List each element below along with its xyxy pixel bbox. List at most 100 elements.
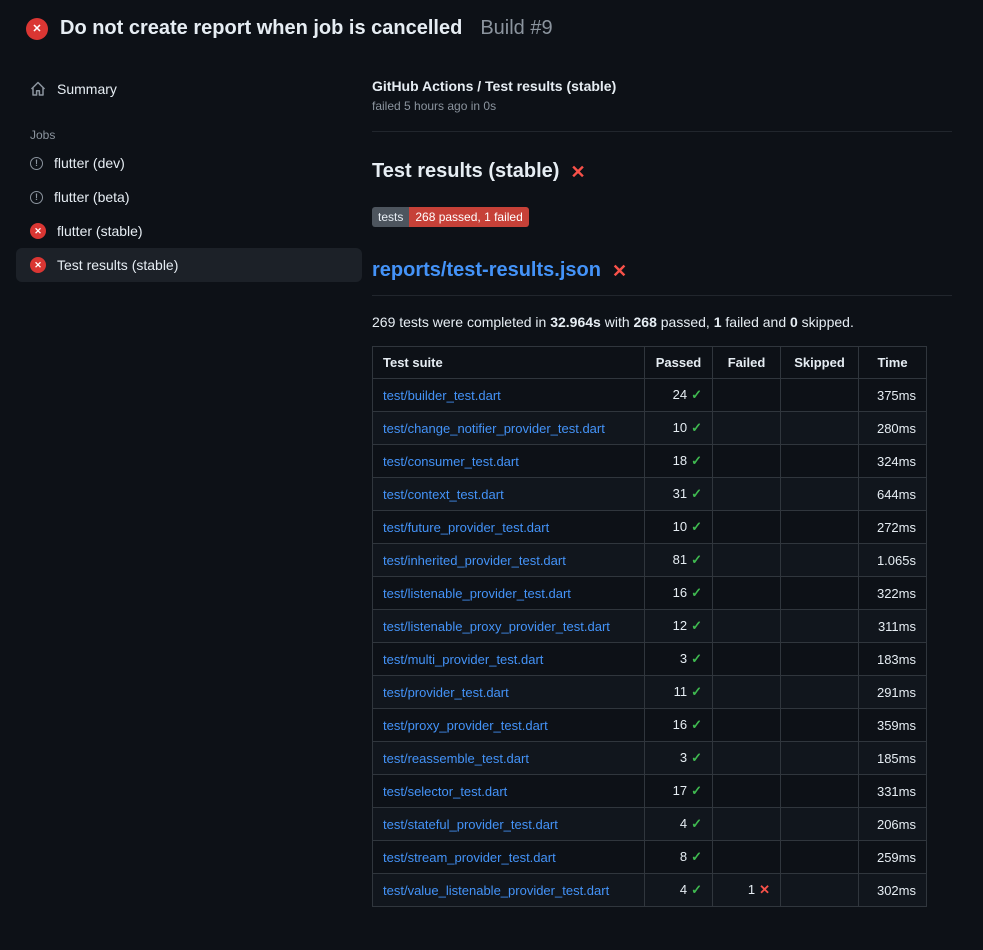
x-circle-icon: ✕ (26, 18, 48, 40)
main-content: GitHub Actions / Test results (stable) f… (372, 46, 983, 907)
table-row: test/builder_test.dart24✓375ms (373, 379, 927, 412)
table-header-row: Test suite Passed Failed Skipped Time (373, 347, 927, 379)
table-row: test/multi_provider_test.dart 3✓ 183ms (373, 643, 927, 676)
cell-time: 1.065s (859, 544, 927, 577)
divider (372, 131, 952, 132)
cell-failed (713, 709, 781, 742)
badge-label: tests (372, 207, 409, 227)
cell-passed: 18✓ (645, 445, 713, 478)
sidebar: Summary Jobs !flutter (dev)!flutter (bet… (0, 46, 372, 282)
results-table-body: test/builder_test.dart24✓375mstest/chang… (373, 379, 927, 907)
test-suite-link[interactable]: test/inherited_provider_test.dart (383, 553, 566, 568)
cell-time: 183ms (859, 643, 927, 676)
table-row: test/stateful_provider_test.dart4✓206ms (373, 808, 927, 841)
sidebar-item-label: flutter (stable) (57, 223, 143, 239)
report-title: reports/test-results.json ✕ (372, 259, 952, 296)
col-header-passed: Passed (645, 347, 713, 379)
test-suite-link[interactable]: test/future_provider_test.dart (383, 520, 549, 535)
summary-skipped: 0 (790, 314, 798, 330)
badge-value: 268 passed, 1 failed (409, 207, 528, 227)
cell-skipped (781, 577, 859, 610)
sidebar-item-job[interactable]: ✕flutter (stable) (16, 214, 362, 248)
test-suite-link[interactable]: test/stream_provider_test.dart (383, 850, 556, 865)
test-suite-link[interactable]: test/multi_provider_test.dart (383, 652, 543, 667)
col-header-failed: Failed (713, 347, 781, 379)
results-table: Test suite Passed Failed Skipped Time te… (372, 346, 927, 907)
sidebar-item-label: Test results (stable) (57, 257, 178, 273)
cell-time: 375ms (859, 379, 927, 412)
sidebar-item-summary[interactable]: Summary (16, 72, 362, 106)
check-icon: ✓ (691, 882, 702, 897)
check-icon: ✓ (691, 552, 702, 567)
test-suite-link[interactable]: test/listenable_provider_test.dart (383, 586, 571, 601)
cell-time: 185ms (859, 742, 927, 775)
cell-passed: 3✓ (645, 643, 713, 676)
cell-skipped (781, 676, 859, 709)
test-suite-link[interactable]: test/provider_test.dart (383, 685, 509, 700)
cell-failed (713, 742, 781, 775)
cell-passed: 3✓ (645, 742, 713, 775)
cell-failed (713, 841, 781, 874)
cell-test-suite: test/change_notifier_provider_test.dart (373, 412, 645, 445)
cell-skipped (781, 808, 859, 841)
check-icon: ✓ (691, 420, 702, 435)
run-header: ✕ Do not create report when job is cance… (0, 0, 983, 46)
breadcrumb: GitHub Actions / Test results (stable) (372, 78, 952, 94)
cell-skipped (781, 709, 859, 742)
cell-failed (713, 511, 781, 544)
cell-failed (713, 676, 781, 709)
report-file-link[interactable]: reports/test-results.json (372, 259, 601, 282)
test-suite-link[interactable]: test/listenable_proxy_provider_test.dart (383, 619, 610, 634)
check-icon: ✓ (691, 783, 702, 798)
section-title: Test results (stable) ✕ (372, 160, 952, 183)
cell-skipped (781, 511, 859, 544)
cell-failed (713, 478, 781, 511)
test-suite-link[interactable]: test/value_listenable_provider_test.dart (383, 883, 609, 898)
cell-time: 331ms (859, 775, 927, 808)
tests-badge: tests 268 passed, 1 failed (372, 207, 529, 227)
home-icon (30, 81, 46, 97)
run-build-number: Build #9 (480, 17, 552, 40)
test-suite-link[interactable]: test/stateful_provider_test.dart (383, 817, 558, 832)
table-row: test/future_provider_test.dart10✓272ms (373, 511, 927, 544)
cell-passed: 16✓ (645, 709, 713, 742)
summary-duration: 32.964s (550, 314, 601, 330)
cell-time: 322ms (859, 577, 927, 610)
sidebar-item-label: flutter (beta) (54, 189, 129, 205)
cell-test-suite: test/listenable_provider_test.dart (373, 577, 645, 610)
cell-skipped (781, 841, 859, 874)
test-suite-link[interactable]: test/context_test.dart (383, 487, 504, 502)
cell-test-suite: test/consumer_test.dart (373, 445, 645, 478)
table-row: test/consumer_test.dart18✓324ms (373, 445, 927, 478)
cell-failed: 1✕ (713, 874, 781, 907)
test-suite-link[interactable]: test/builder_test.dart (383, 388, 501, 403)
table-row: test/stream_provider_test.dart8✓259ms (373, 841, 927, 874)
table-row: test/listenable_provider_test.dart16✓322… (373, 577, 927, 610)
cell-test-suite: test/stateful_provider_test.dart (373, 808, 645, 841)
check-icon: ✓ (691, 618, 702, 633)
cell-test-suite: test/builder_test.dart (373, 379, 645, 412)
table-row: test/listenable_proxy_provider_test.dart… (373, 610, 927, 643)
test-suite-link[interactable]: test/selector_test.dart (383, 784, 507, 799)
test-suite-link[interactable]: test/proxy_provider_test.dart (383, 718, 548, 733)
sidebar-item-job[interactable]: !flutter (dev) (16, 146, 362, 180)
cell-failed (713, 775, 781, 808)
cell-time: 272ms (859, 511, 927, 544)
cell-skipped (781, 445, 859, 478)
sidebar-item-job[interactable]: !flutter (beta) (16, 180, 362, 214)
cell-skipped (781, 379, 859, 412)
cell-test-suite: test/inherited_provider_test.dart (373, 544, 645, 577)
table-row: test/selector_test.dart17✓331ms (373, 775, 927, 808)
cell-skipped (781, 610, 859, 643)
cell-time: 259ms (859, 841, 927, 874)
table-row: test/change_notifier_provider_test.dart1… (373, 412, 927, 445)
test-suite-link[interactable]: test/change_notifier_provider_test.dart (383, 421, 605, 436)
cancelled-icon: ! (30, 157, 43, 170)
cell-test-suite: test/proxy_provider_test.dart (373, 709, 645, 742)
test-suite-link[interactable]: test/reassemble_test.dart (383, 751, 529, 766)
test-suite-link[interactable]: test/consumer_test.dart (383, 454, 519, 469)
cell-test-suite: test/selector_test.dart (373, 775, 645, 808)
summary-failed: 1 (714, 314, 722, 330)
cell-skipped (781, 874, 859, 907)
sidebar-item-job[interactable]: ✕Test results (stable) (16, 248, 362, 282)
